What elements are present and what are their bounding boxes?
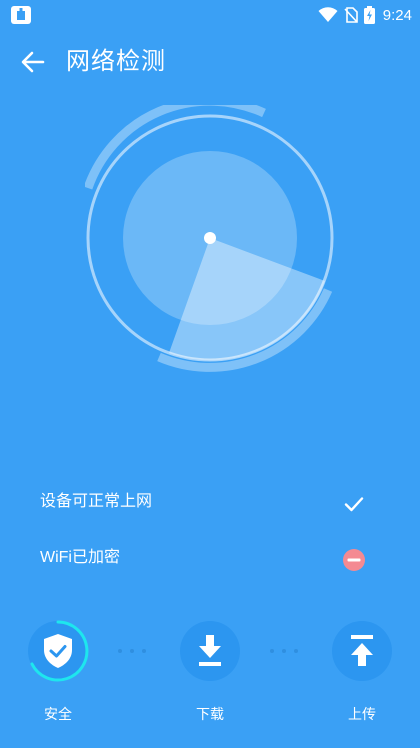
- step-upload[interactable]: 上传: [322, 620, 402, 723]
- app-notification-icon: [11, 6, 31, 24]
- radar-scanner: [85, 105, 334, 372]
- check-list: 设备可正常上网 WiFi已加密: [0, 478, 420, 590]
- arrow-left-icon[interactable]: [20, 50, 46, 74]
- download-arrow-icon: [180, 621, 240, 681]
- status-icons: 9:24: [318, 4, 412, 26]
- test-steps: 安全 下载 上传: [0, 620, 420, 730]
- check-label: 设备可正常上网: [40, 493, 153, 510]
- wifi-icon: [318, 7, 338, 22]
- shield-check-icon: [28, 620, 89, 682]
- check-label: WiFi已加密: [40, 549, 120, 566]
- step-connector: [118, 649, 146, 653]
- step-label: 上传: [348, 706, 376, 722]
- step-label: 下载: [196, 706, 224, 722]
- upload-arrow-icon: [332, 621, 392, 681]
- battery-charging-icon: [363, 6, 375, 24]
- step-download[interactable]: 下载: [170, 620, 250, 723]
- status-bar: 9:24: [0, 0, 420, 30]
- check-icon: [344, 497, 364, 512]
- clock: 9:24: [382, 6, 412, 24]
- no-sim-icon: [344, 7, 358, 23]
- step-security[interactable]: 安全: [18, 620, 98, 723]
- toolbar: 网络检测: [0, 40, 420, 84]
- list-item: 设备可正常上网: [0, 478, 420, 534]
- list-item: WiFi已加密: [0, 534, 420, 590]
- center-dot: [204, 232, 216, 244]
- page-title: 网络检测: [66, 48, 166, 75]
- minus-circle-icon: [343, 549, 365, 571]
- step-label: 安全: [44, 706, 72, 722]
- step-connector: [270, 649, 298, 653]
